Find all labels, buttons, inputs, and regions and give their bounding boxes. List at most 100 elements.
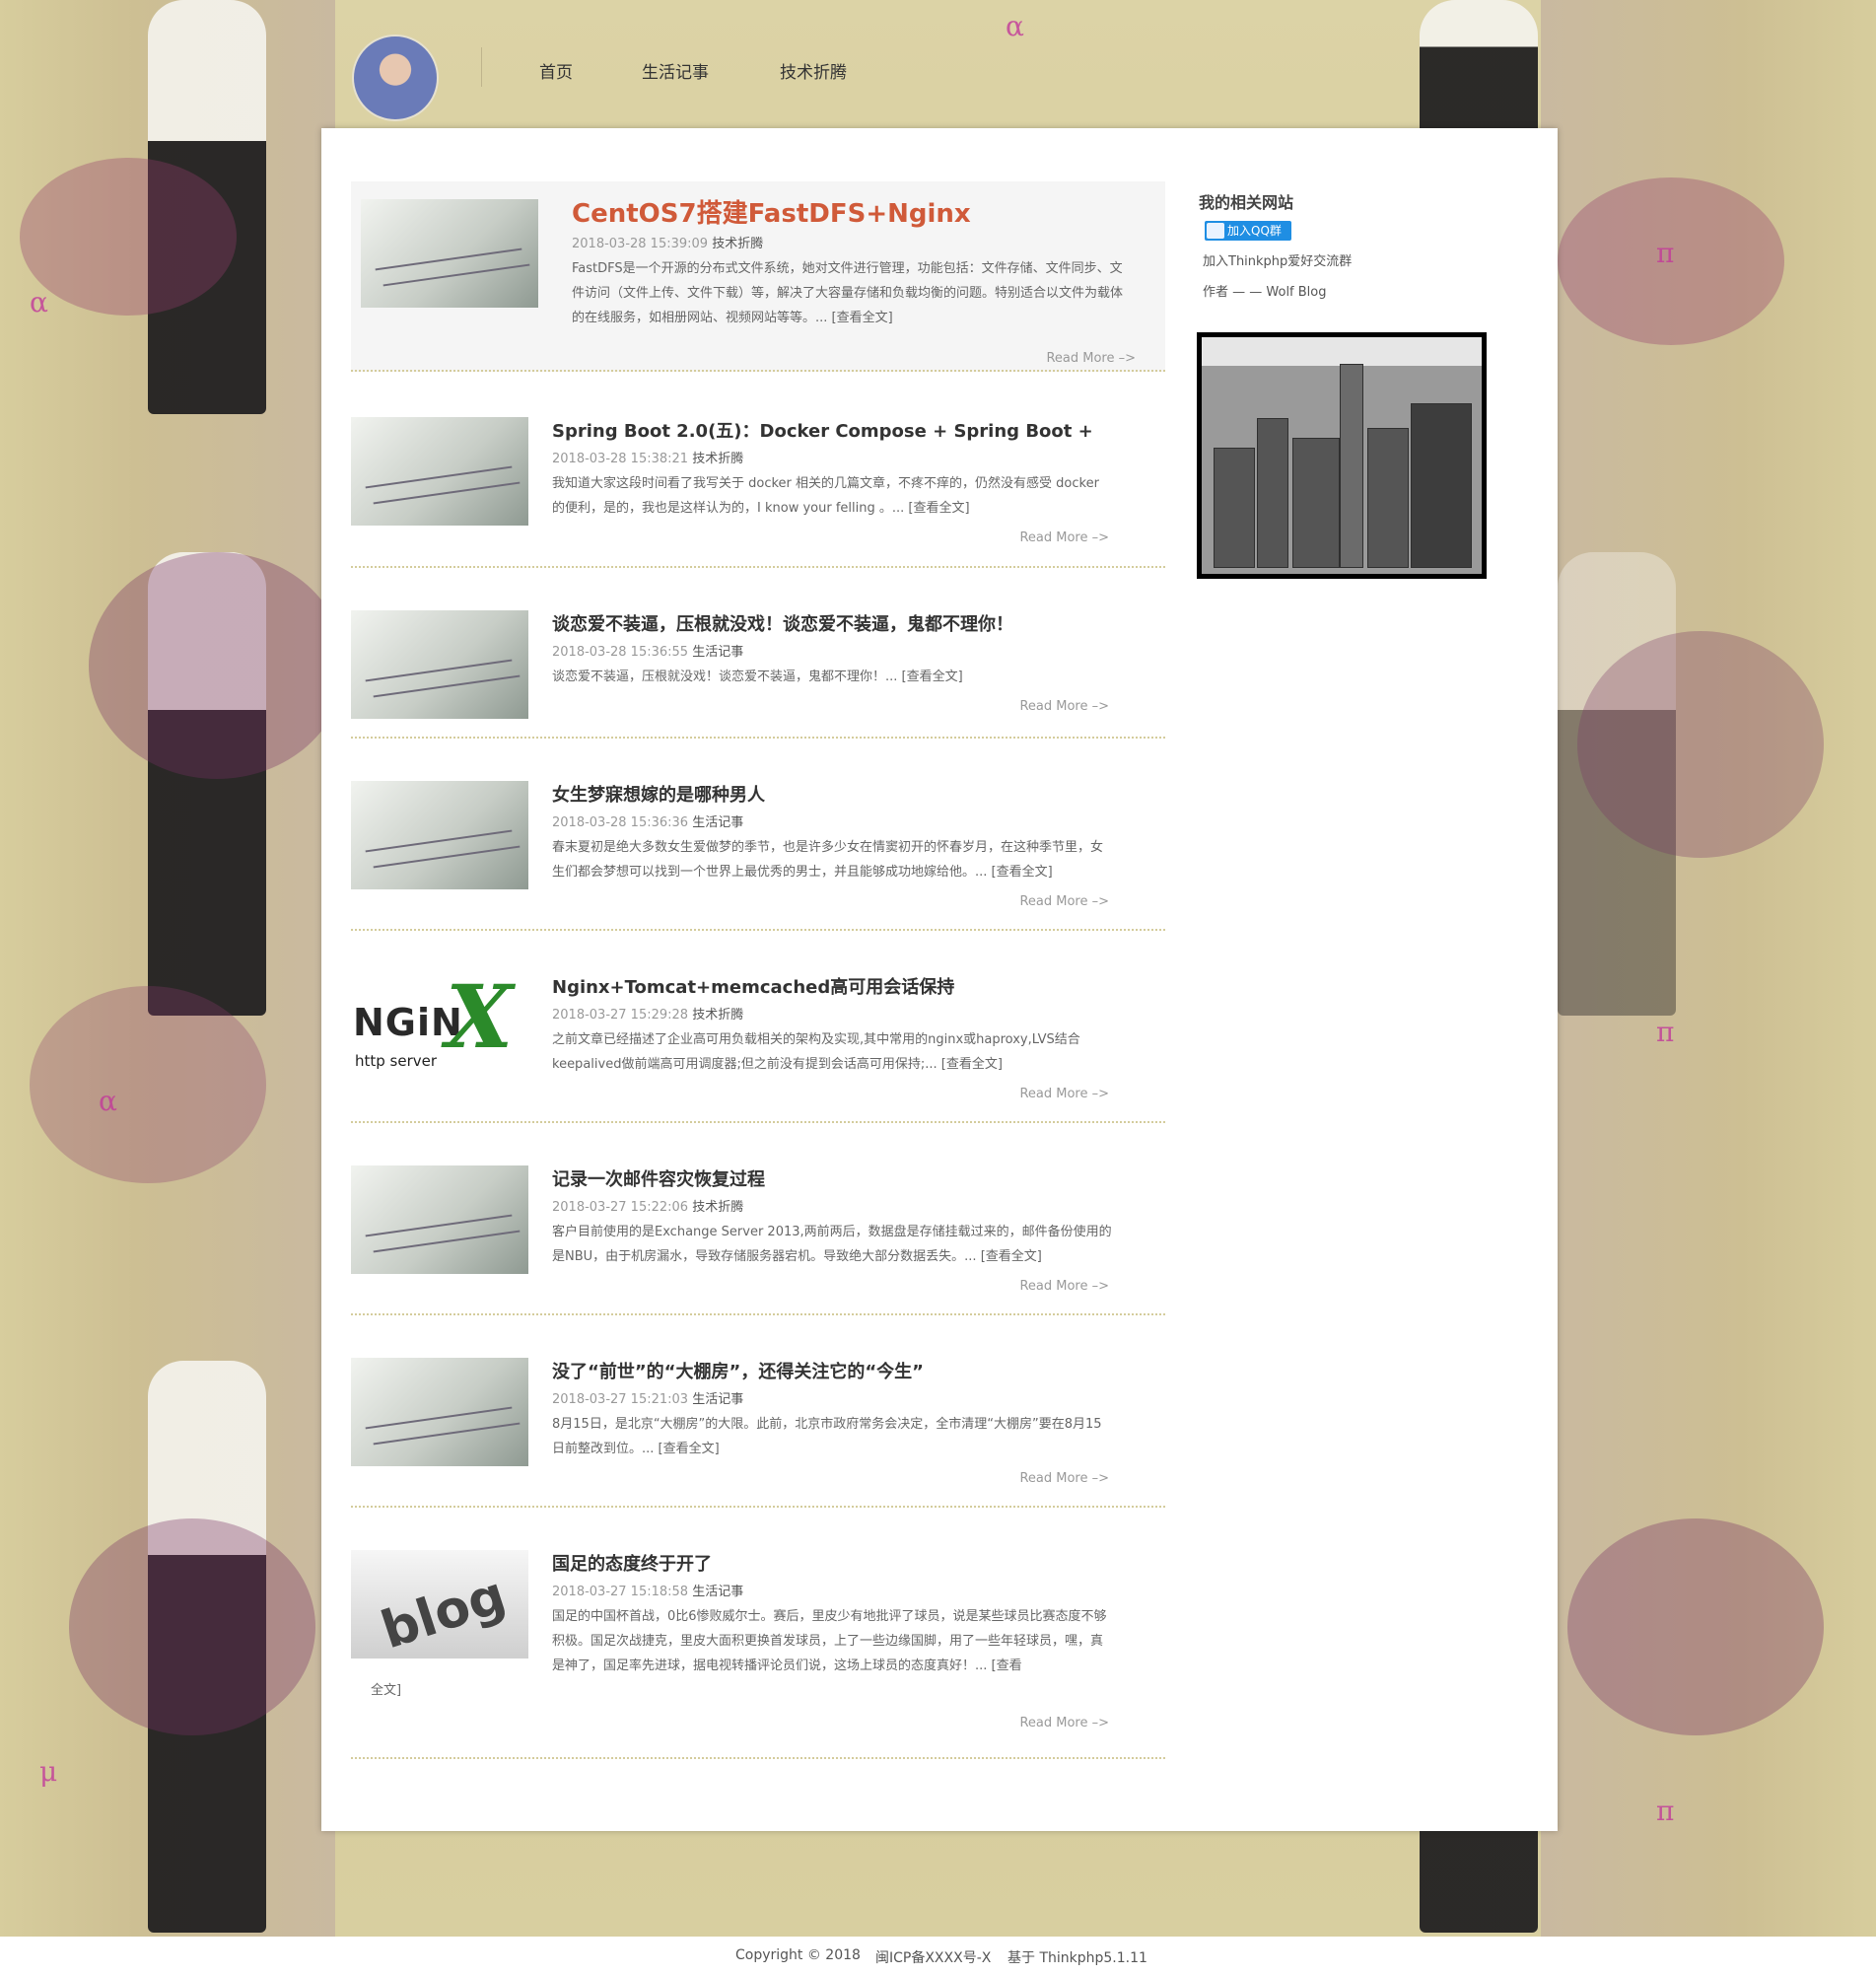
post-excerpt: 我知道大家这段时间看了我写关于 docker 相关的几篇文章，不疼不痒的，仍然没…: [552, 471, 1114, 521]
nginx-logo-x: X: [446, 973, 514, 1068]
post-card: 谈恋爱不装逼，压根就没戏！谈恋爱不装逼，鬼都不理你！ 2018-03-28 15…: [351, 610, 1165, 739]
nav-item-life[interactable]: 生活记事: [642, 58, 709, 83]
post-thumbnail[interactable]: blog: [351, 1550, 528, 1658]
post-excerpt-text: 谈恋爱不装逼，压根就没戏！谈恋爱不装逼，鬼都不理你！...: [552, 670, 898, 684]
footer-icp[interactable]: 闽ICP备XXXX号-X: [875, 1947, 991, 1967]
view-full-link[interactable]: [查看全文]: [908, 501, 969, 516]
post-category[interactable]: 技术折腾: [712, 237, 763, 251]
view-full-link[interactable]: [查看全文]: [832, 311, 893, 325]
post-meta: 2018-03-28 15:38:21 技术折腾: [552, 448, 743, 466]
post-thumbnail[interactable]: NGiN X http server: [351, 973, 528, 1082]
post-excerpt: 国足的中国杯首战，0比6惨败威尔士。赛后，里皮少有地批评了球员，说是某些球员比赛…: [552, 1604, 1114, 1678]
header: 首页 生活记事 技术折腾: [0, 0, 1876, 128]
math-glyph: π: [1656, 237, 1675, 269]
ink-splat: [20, 158, 237, 316]
join-qq-button[interactable]: 加入QQ群: [1205, 221, 1291, 241]
post-excerpt: FastDFS是一个开源的分布式文件系统，她对文件进行管理，功能包括：文件存储、…: [572, 256, 1134, 330]
ink-splat: [1567, 1518, 1824, 1735]
footer-powered-by: 基于 Thinkphp5.1.11: [1007, 1950, 1147, 1966]
ink-splat: [30, 986, 266, 1183]
post-category[interactable]: 生活记事: [692, 1585, 743, 1599]
post-date: 2018-03-27 15:21:03: [552, 1392, 689, 1407]
sidebar-heading: 我的相关网站: [1199, 193, 1294, 212]
read-more-link[interactable]: Read More –>: [1019, 1087, 1109, 1101]
read-more-link[interactable]: Read More –>: [1046, 351, 1136, 366]
post-title[interactable]: Nginx+Tomcat+memcached高可用会话保持: [552, 973, 954, 999]
post-excerpt-continued: 全文]: [371, 1678, 568, 1703]
post-date: 2018-03-27 15:18:58: [552, 1585, 689, 1599]
post-meta: 2018-03-28 15:36:55 生活记事: [552, 641, 743, 660]
post-meta: 2018-03-28 15:36:36 生活记事: [552, 812, 743, 830]
post-date: 2018-03-28 15:36:36: [552, 815, 689, 830]
post-date: 2018-03-27 15:29:28: [552, 1008, 689, 1023]
qq-group-link[interactable]: 加入Thinkphp爱好交流群: [1203, 250, 1352, 269]
post-card: 女生梦寐想嫁的是哪种男人 2018-03-28 15:36:36 生活记事 春末…: [351, 781, 1165, 931]
post-card: CentOS7搭建FastDFS+Nginx 2018-03-28 15:39:…: [351, 181, 1165, 372]
read-more-link[interactable]: Read More –>: [1019, 1279, 1109, 1294]
post-excerpt: 8月15日，是北京“大棚房”的大限。此前，北京市政府常务会决定，全市清理“大棚房…: [552, 1412, 1114, 1461]
post-meta: 2018-03-27 15:18:58 生活记事: [552, 1581, 743, 1599]
read-more-link[interactable]: Read More –>: [1019, 1471, 1109, 1486]
read-more-link[interactable]: Read More –>: [1019, 1716, 1109, 1730]
post-date: 2018-03-28 15:38:21: [552, 452, 689, 466]
post-title[interactable]: 记录一次邮件容灾恢复过程: [552, 1165, 765, 1191]
post-title[interactable]: 没了“前世”的“大棚房”，还得关注它的“今生”: [552, 1358, 924, 1383]
view-full-link[interactable]: [查看: [992, 1658, 1022, 1673]
post-meta: 2018-03-27 15:22:06 技术折腾: [552, 1196, 743, 1215]
post-excerpt-text: 8月15日，是北京“大棚房”的大限。此前，北京市政府常务会决定，全市清理“大棚房…: [552, 1417, 1102, 1456]
post-title[interactable]: CentOS7搭建FastDFS+Nginx: [572, 193, 971, 230]
avatar[interactable]: [352, 35, 439, 121]
post-title[interactable]: 女生梦寐想嫁的是哪种男人: [552, 781, 765, 807]
view-full-link[interactable]: [查看全文]: [941, 1057, 1003, 1072]
post-thumbnail[interactable]: [351, 610, 528, 719]
post-category[interactable]: 生活记事: [692, 815, 743, 830]
post-meta: 2018-03-28 15:39:09 技术折腾: [572, 233, 763, 251]
read-more-link[interactable]: Read More –>: [1019, 699, 1109, 714]
post-title[interactable]: 国足的态度终于开了: [552, 1550, 712, 1576]
post-thumbnail[interactable]: [351, 781, 528, 889]
read-more-link[interactable]: Read More –>: [1019, 894, 1109, 909]
ink-splat: [69, 1518, 315, 1735]
nav-item-home[interactable]: 首页: [539, 58, 573, 83]
post-thumbnail[interactable]: [351, 417, 528, 526]
join-qq-label: 加入QQ群: [1227, 224, 1282, 238]
post-thumbnail[interactable]: [361, 199, 538, 308]
post-thumbnail[interactable]: [351, 1165, 528, 1274]
view-full-link-tail[interactable]: 全文]: [371, 1683, 401, 1698]
post-card: 没了“前世”的“大棚房”，还得关注它的“今生” 2018-03-27 15:21…: [351, 1358, 1165, 1508]
post-excerpt: 春末夏初是绝大多数女生爱做梦的季节，也是许多少女在情窦初开的怀春岁月，在这种季节…: [552, 835, 1114, 884]
post-date: 2018-03-28 15:39:09: [572, 237, 709, 251]
ink-splat: [89, 552, 345, 779]
nav-item-tech[interactable]: 技术折腾: [780, 58, 847, 83]
post-meta: 2018-03-27 15:29:28 技术折腾: [552, 1004, 743, 1023]
nav-divider: [481, 47, 482, 87]
city-photo: [1197, 332, 1487, 579]
post-category[interactable]: 生活记事: [692, 1392, 743, 1407]
qq-icon: [1207, 223, 1224, 239]
math-glyph: α: [30, 286, 48, 318]
post-title[interactable]: 谈恋爱不装逼，压根就没戏！谈恋爱不装逼，鬼都不理你！: [552, 610, 1013, 636]
nginx-logo-subtitle: http server: [355, 1052, 438, 1070]
post-category[interactable]: 技术折腾: [692, 452, 743, 466]
view-full-link[interactable]: [查看全文]: [659, 1442, 720, 1456]
post-title[interactable]: Spring Boot 2.0(五)：Docker Compose + Spri…: [552, 417, 1093, 443]
post-date: 2018-03-28 15:36:55: [552, 645, 689, 660]
post-category[interactable]: 生活记事: [692, 645, 743, 660]
post-card: 记录一次邮件容灾恢复过程 2018-03-27 15:22:06 技术折腾 客户…: [351, 1165, 1165, 1315]
post-category[interactable]: 技术折腾: [692, 1200, 743, 1215]
author-line: 作者 — — Wolf Blog: [1203, 285, 1327, 300]
post-thumbnail[interactable]: [351, 1358, 528, 1466]
post-category[interactable]: 技术折腾: [692, 1008, 743, 1023]
math-glyph: μ: [39, 1755, 58, 1788]
post-date: 2018-03-27 15:22:06: [552, 1200, 689, 1215]
view-full-link[interactable]: [查看全文]: [981, 1249, 1042, 1264]
math-glyph: π: [1656, 1795, 1675, 1827]
view-full-link[interactable]: [查看全文]: [902, 670, 963, 684]
post-card: NGiN X http server Nginx+Tomcat+memcache…: [351, 973, 1165, 1123]
post-meta: 2018-03-27 15:21:03 生活记事: [552, 1388, 743, 1407]
read-more-link[interactable]: Read More –>: [1019, 530, 1109, 545]
post-excerpt-text: 国足的中国杯首战，0比6惨败威尔士。赛后，里皮少有地批评了球员，说是某些球员比赛…: [552, 1609, 1107, 1673]
view-full-link[interactable]: [查看全文]: [992, 865, 1053, 880]
post-excerpt: 谈恋爱不装逼，压根就没戏！谈恋爱不装逼，鬼都不理你！... [查看全文]: [552, 665, 1114, 689]
footer-copyright: Copyright © 2018: [735, 1947, 861, 1963]
